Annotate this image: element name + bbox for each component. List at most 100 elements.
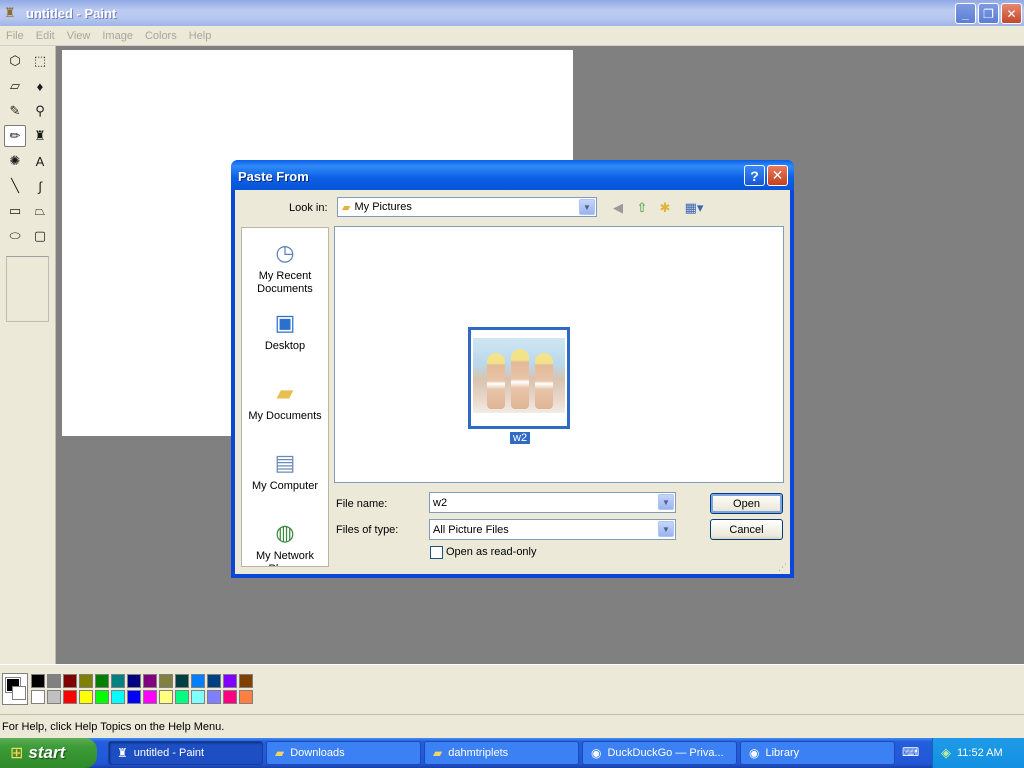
tool-line-icon[interactable]: ╲ xyxy=(4,175,26,197)
palette-swatch[interactable] xyxy=(159,690,173,704)
task-downloads[interactable]: ▰ Downloads xyxy=(266,741,421,765)
read-only-checkbox[interactable] xyxy=(430,546,443,559)
tool-rounded-rectangle-icon[interactable]: ▢ xyxy=(29,225,51,247)
view-menu-icon[interactable]: ▦▾ xyxy=(681,199,707,217)
palette-swatch[interactable] xyxy=(127,674,141,688)
palette-swatch[interactable] xyxy=(223,690,237,704)
color-palette xyxy=(0,664,1024,714)
place-my-computer[interactable]: ▤ My Computer xyxy=(242,446,328,493)
palette-swatch[interactable] xyxy=(191,674,205,688)
palette-swatch[interactable] xyxy=(159,674,173,688)
palette-swatch[interactable] xyxy=(47,674,61,688)
task-library[interactable]: ◉ Library xyxy=(740,741,895,765)
palette-swatch[interactable] xyxy=(175,674,189,688)
palette-swatch[interactable] xyxy=(239,690,253,704)
chevron-down-icon[interactable]: ▼ xyxy=(658,494,674,510)
palette-swatch[interactable] xyxy=(95,674,109,688)
window-title: untitled - Paint xyxy=(26,5,117,21)
tool-airbrush-icon[interactable]: ✺ xyxy=(4,150,26,172)
tool-pencil-icon[interactable]: ✏ xyxy=(4,125,26,147)
cancel-button[interactable]: Cancel xyxy=(710,519,783,540)
palette-swatch[interactable] xyxy=(127,690,141,704)
tool-text-icon[interactable]: A xyxy=(29,150,51,172)
palette-swatch[interactable] xyxy=(207,690,221,704)
tool-free-form-select-icon[interactable]: ⬡ xyxy=(4,50,26,72)
place-my-documents[interactable]: ▰ My Documents xyxy=(242,376,328,423)
close-button[interactable]: ✕ xyxy=(1001,3,1022,24)
dialog-title-bar[interactable]: Paste From ? ✕ xyxy=(231,160,794,190)
status-text: For Help, click Help Topics on the Help … xyxy=(2,720,225,733)
network-tray-icon[interactable]: ◈ xyxy=(941,745,951,761)
file-list-view[interactable]: w2 xyxy=(334,226,784,483)
place-desktop[interactable]: ▣ Desktop xyxy=(242,306,328,353)
paint-title-bar[interactable]: ♜ untitled - Paint _ ❐ ✕ xyxy=(0,0,1024,26)
palette-swatch[interactable] xyxy=(63,674,77,688)
dialog-close-button[interactable]: ✕ xyxy=(767,165,788,186)
file-name-input[interactable]: w2 ▼ xyxy=(429,492,676,513)
look-in-combo[interactable]: ▰ My Pictures ▼ xyxy=(337,197,597,217)
start-button[interactable]: ⊞ start xyxy=(0,738,97,768)
palette-swatch[interactable] xyxy=(95,690,109,704)
file-thumbnail[interactable] xyxy=(468,327,570,429)
firefox-icon: ◉ xyxy=(591,746,602,760)
palette-swatch[interactable] xyxy=(47,690,61,704)
palette-swatch[interactable] xyxy=(175,690,189,704)
menu-colors[interactable]: Colors xyxy=(139,30,183,42)
up-folder-icon[interactable]: ⇧ xyxy=(633,199,651,217)
tool-ellipse-icon[interactable]: ⬭ xyxy=(4,225,26,247)
resize-grip-icon[interactable]: ⋰ xyxy=(778,562,788,572)
maximize-button[interactable]: ❐ xyxy=(978,3,999,24)
chevron-down-icon[interactable]: ▼ xyxy=(579,199,595,215)
palette-swatch[interactable] xyxy=(31,690,45,704)
dialog-help-button[interactable]: ? xyxy=(744,165,765,186)
dialog-title: Paste From xyxy=(238,169,309,184)
tool-brush-icon[interactable]: ♜ xyxy=(29,125,51,147)
file-label[interactable]: w2 xyxy=(510,432,531,444)
menu-view[interactable]: View xyxy=(61,30,97,42)
minimize-button[interactable]: _ xyxy=(955,3,976,24)
menu-file[interactable]: File xyxy=(0,30,30,42)
current-colors[interactable] xyxy=(2,673,28,705)
palette-swatch[interactable] xyxy=(143,674,157,688)
open-button[interactable]: Open xyxy=(710,493,783,514)
palette-swatch[interactable] xyxy=(79,690,93,704)
task-dahmtriplets[interactable]: ▰ dahmtriplets xyxy=(424,741,579,765)
palette-swatch[interactable] xyxy=(239,674,253,688)
tool-eraser-icon[interactable]: ▱ xyxy=(4,75,26,97)
place-my-network-places[interactable]: ◍ My Network Places xyxy=(242,516,328,566)
menu-edit[interactable]: Edit xyxy=(30,30,61,42)
palette-swatch[interactable] xyxy=(223,674,237,688)
tool-fill-with-color-icon[interactable]: ♦ xyxy=(29,75,51,97)
palette-swatch[interactable] xyxy=(31,674,45,688)
clock[interactable]: 11:52 AM xyxy=(957,747,1003,759)
back-icon[interactable]: ◀ xyxy=(609,199,627,217)
tool-select-icon[interactable]: ⬚ xyxy=(29,50,51,72)
read-only-label[interactable]: Open as read-only xyxy=(446,546,537,558)
tool-curve-icon[interactable]: ∫ xyxy=(29,175,51,197)
files-of-type-select[interactable]: All Picture Files ▼ xyxy=(429,519,676,540)
palette-swatch[interactable] xyxy=(191,690,205,704)
tool-pick-color-icon[interactable]: ✎ xyxy=(4,100,26,122)
palette-swatch[interactable] xyxy=(63,690,77,704)
task-duckduckgo[interactable]: ◉ DuckDuckGo — Priva... xyxy=(582,741,737,765)
keyboard-icon[interactable]: ⌨ xyxy=(902,745,919,759)
palette-swatch[interactable] xyxy=(111,690,125,704)
new-folder-icon[interactable]: ✱ xyxy=(656,199,674,217)
tool-rectangle-icon[interactable]: ▭ xyxy=(4,200,26,222)
menu-bar: File Edit View Image Colors Help xyxy=(0,26,1024,46)
palette-swatch[interactable] xyxy=(143,690,157,704)
palette-swatch[interactable] xyxy=(111,674,125,688)
task-untitled-paint[interactable]: ♜ untitled - Paint xyxy=(108,741,263,765)
menu-image[interactable]: Image xyxy=(96,30,139,42)
palette-swatch[interactable] xyxy=(207,674,221,688)
menu-help[interactable]: Help xyxy=(183,30,218,42)
chevron-down-icon[interactable]: ▼ xyxy=(658,521,674,537)
palette-swatch[interactable] xyxy=(79,674,93,688)
tool-magnifier-icon[interactable]: ⚲ xyxy=(29,100,51,122)
tool-options-panel[interactable] xyxy=(6,256,49,322)
tool-polygon-icon[interactable]: ⏢ xyxy=(29,200,51,222)
firefox-icon: ◉ xyxy=(749,746,760,760)
look-in-value: My Pictures xyxy=(354,201,412,213)
system-tray: ◈ 11:52 AM xyxy=(932,738,1024,768)
place-my-recent-documents[interactable]: ◷ My Recent Documents xyxy=(242,236,328,296)
